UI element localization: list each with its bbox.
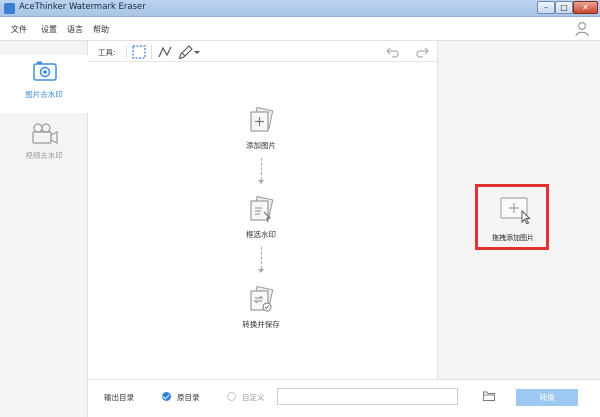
toolbar: 工具: xyxy=(88,41,437,62)
app-logo-icon xyxy=(4,3,15,14)
user-icon[interactable] xyxy=(575,21,589,37)
flow-arrow-head xyxy=(258,269,264,273)
sidebar-item-image-watermark[interactable]: 图片去水印 xyxy=(0,55,88,113)
window-title: AceThinker Watermark Eraser xyxy=(19,2,146,12)
image-icon xyxy=(33,61,57,81)
convert-button[interactable]: 转换 xyxy=(516,389,578,406)
tools-label: 工具: xyxy=(98,48,116,57)
source-directory-radio[interactable] xyxy=(162,392,171,401)
step-label: 框选水印 xyxy=(246,230,276,239)
redo-icon[interactable] xyxy=(414,44,430,60)
undo-icon[interactable] xyxy=(385,44,401,60)
sidebar-item-label: 图片去水印 xyxy=(25,90,63,99)
step-label: 转换并保存 xyxy=(242,320,280,329)
custom-directory-label[interactable]: 自定义 xyxy=(242,392,265,403)
flow-arrow xyxy=(261,158,262,180)
menu-help[interactable]: 帮助 xyxy=(93,24,109,35)
flow-arrow xyxy=(261,247,262,269)
step-add-image: 添加图片 xyxy=(221,106,301,151)
rectangle-select-icon[interactable] xyxy=(131,44,147,60)
step-select-watermark: 框选水印 xyxy=(221,195,301,240)
flow-arrow-head xyxy=(258,180,264,184)
source-directory-label[interactable]: 原目录 xyxy=(177,392,200,403)
step-label: 添加图片 xyxy=(246,141,276,150)
title-bar: AceThinker Watermark Eraser – □ ✕ xyxy=(0,0,600,17)
minimize-button[interactable]: – xyxy=(537,1,555,14)
sidebar-item-label: 视频去水印 xyxy=(25,151,63,160)
video-camera-icon xyxy=(32,123,58,144)
output-path-input[interactable] xyxy=(277,388,458,405)
maximize-button[interactable]: □ xyxy=(555,1,573,14)
polyline-icon[interactable] xyxy=(157,44,173,60)
close-button[interactable]: ✕ xyxy=(573,1,598,14)
folder-icon[interactable] xyxy=(483,391,495,401)
add-image-cursor-icon xyxy=(500,197,531,224)
sidebar: 图片去水印 视频去水印 xyxy=(0,41,88,417)
custom-directory-radio[interactable] xyxy=(227,392,236,401)
step-convert-save: 转换并保存 xyxy=(221,285,301,330)
sidebar-item-video-watermark[interactable]: 视频去水印 xyxy=(0,117,88,175)
select-watermark-icon xyxy=(250,195,274,223)
toolbar-divider xyxy=(151,45,152,59)
menu-settings[interactable]: 设置 xyxy=(41,24,57,35)
brush-icon[interactable] xyxy=(178,44,194,60)
menu-file[interactable]: 文件 xyxy=(11,24,27,35)
menu-bar: 文件 设置 语言 帮助 xyxy=(0,17,600,41)
bottom-bar: 输出目录 原目录 自定义 转换 xyxy=(88,379,600,417)
toolbar-divider xyxy=(126,45,127,59)
drop-zone-label: 拖拽添加图片 xyxy=(492,234,534,242)
output-directory-label: 输出目录 xyxy=(104,393,134,402)
chevron-down-icon[interactable] xyxy=(193,44,201,60)
convert-save-icon xyxy=(250,285,274,312)
menu-language[interactable]: 语言 xyxy=(67,24,83,35)
add-image-icon xyxy=(250,106,274,132)
